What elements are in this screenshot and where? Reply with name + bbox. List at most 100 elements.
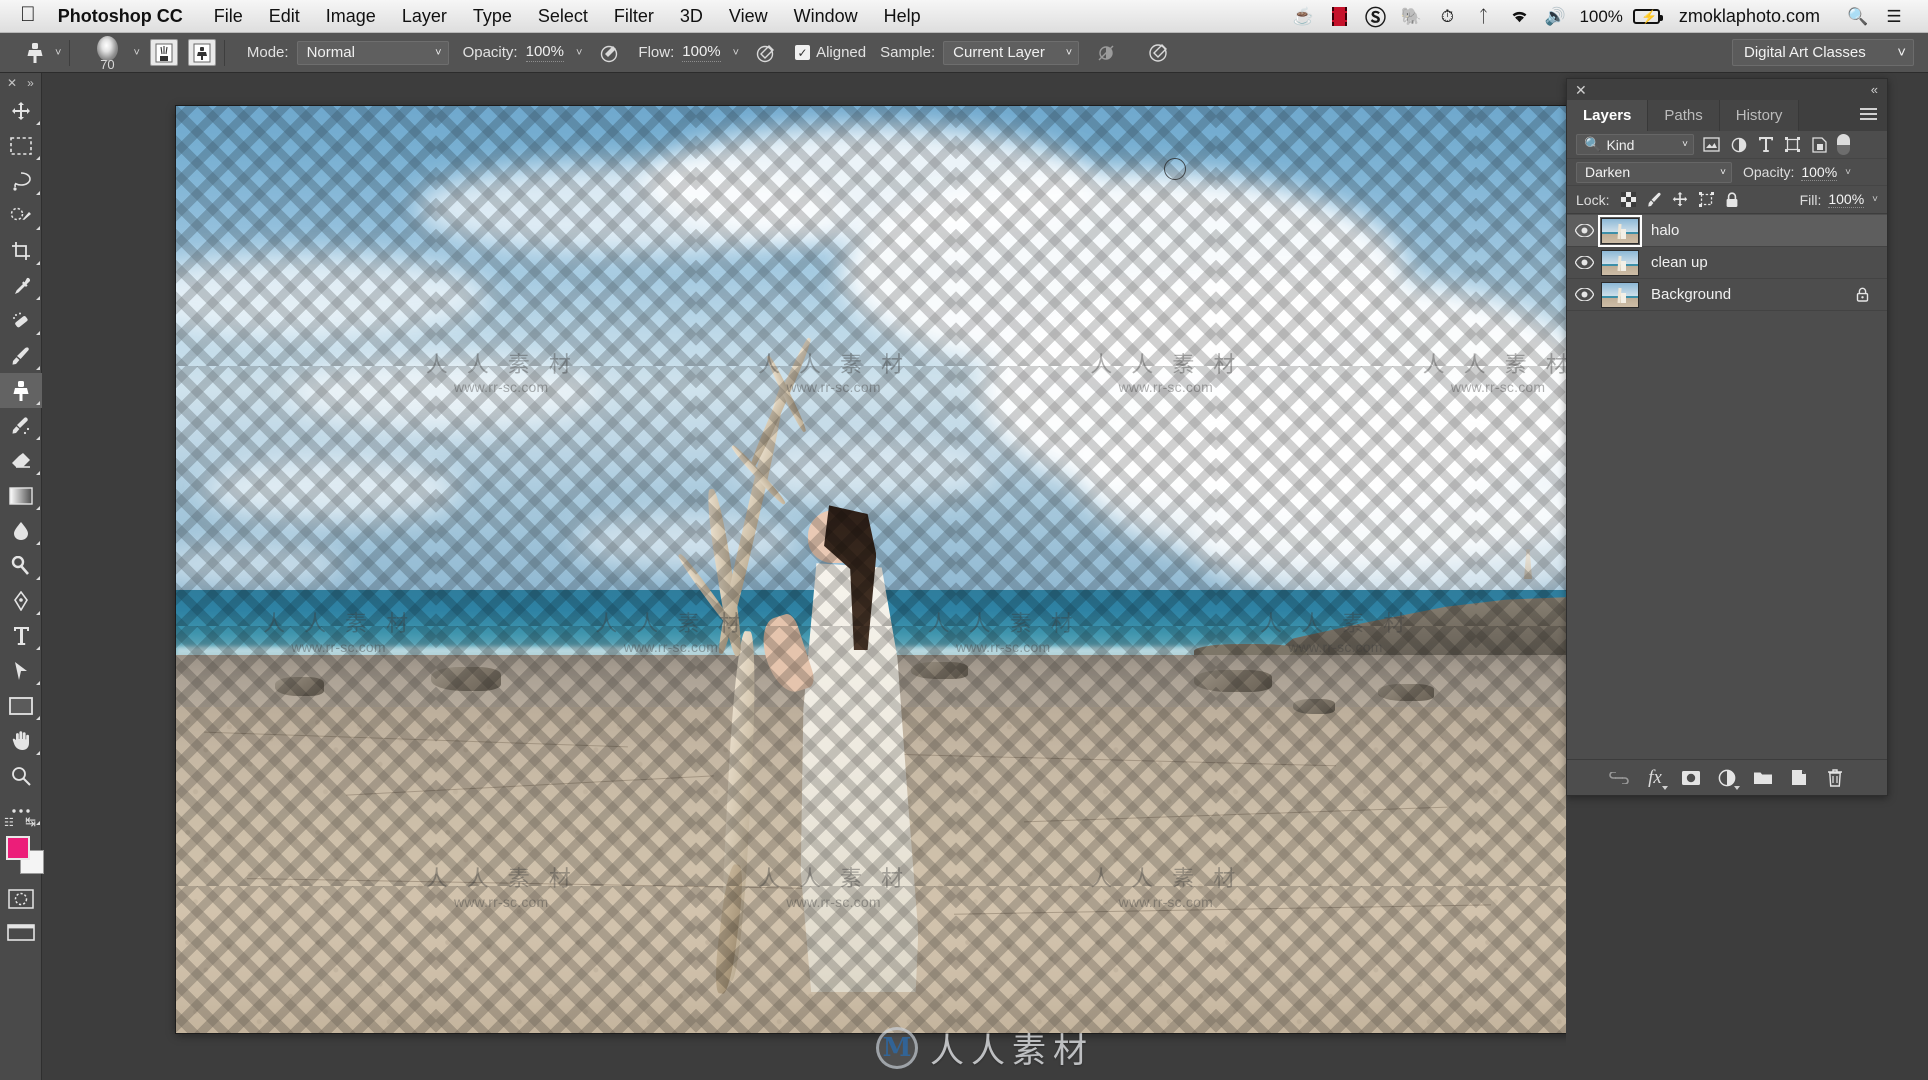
menu-layer[interactable]: Layer	[389, 0, 460, 33]
eyedropper-tool[interactable]	[0, 268, 42, 303]
link-layers-button[interactable]	[1602, 763, 1636, 793]
menu-edit[interactable]: Edit	[256, 0, 313, 33]
fill-value[interactable]: 100%	[1828, 191, 1865, 208]
spotlight-search-icon[interactable]: 🔍	[1840, 0, 1876, 33]
tab-history[interactable]: History	[1719, 100, 1800, 131]
table-row[interactable]: clean up	[1567, 247, 1887, 279]
notification-center-icon[interactable]: ☰	[1876, 0, 1912, 33]
horizontal-type-tool[interactable]	[0, 618, 42, 653]
lock-position-icon[interactable]	[1667, 189, 1693, 211]
wifi-icon[interactable]	[1501, 0, 1537, 33]
image-canvas[interactable]: 人 人 素 材 www.rr-sc.com 人 人 素 材 www.rr-sc.…	[176, 106, 1590, 1033]
tab-layers[interactable]: Layers	[1567, 100, 1649, 131]
layer-name[interactable]: clean up	[1651, 254, 1708, 271]
default-colors-icon[interactable]: ☷	[4, 816, 14, 829]
move-tool[interactable]	[0, 93, 42, 128]
pressure-size-icon[interactable]	[1143, 38, 1173, 68]
brush-preset-chevron-icon[interactable]: ˅	[133, 47, 139, 59]
brush-panel-toggle-button[interactable]	[149, 39, 178, 66]
menu-3d[interactable]: 3D	[667, 0, 716, 33]
rectangle-tool[interactable]	[0, 688, 42, 723]
expand-panel-icon[interactable]: »	[27, 76, 34, 90]
time-machine-icon[interactable]: ⏱	[1429, 0, 1465, 33]
pen-tool[interactable]	[0, 583, 42, 618]
flow-chevron-icon[interactable]: ˅	[733, 47, 739, 59]
add-layer-mask-button[interactable]	[1674, 763, 1708, 793]
clone-stamp-tool-icon[interactable]	[18, 38, 52, 68]
filter-shape-layers-icon[interactable]	[1779, 134, 1806, 156]
clone-source-panel-button[interactable]	[187, 39, 216, 66]
volume-icon[interactable]: 🔊	[1537, 0, 1573, 33]
layers-list[interactable]: halo clean up Background	[1567, 215, 1887, 759]
lasso-tool[interactable]	[0, 163, 42, 198]
menu-select[interactable]: Select	[525, 0, 601, 33]
dodge-tool[interactable]	[0, 548, 42, 583]
panel-opacity-value[interactable]: 100%	[1801, 164, 1838, 181]
menu-view[interactable]: View	[716, 0, 781, 33]
apple-logo-icon[interactable]: 	[14, 4, 52, 28]
tool-preset-chevron-icon[interactable]: ˅	[55, 47, 61, 59]
opacity-value[interactable]: 100%	[525, 43, 564, 62]
menu-type[interactable]: Type	[460, 0, 525, 33]
layer-style-button[interactable]: fx	[1638, 763, 1672, 793]
user-account-label[interactable]: zmoklaphoto.com	[1665, 6, 1840, 27]
swap-colors-icon[interactable]: ↹	[25, 814, 36, 830]
path-selection-tool[interactable]	[0, 653, 42, 688]
filter-type-layers-icon[interactable]	[1752, 134, 1779, 156]
layer-blend-mode-select[interactable]: Darken ˅	[1576, 161, 1732, 183]
battery-charging-icon[interactable]: ⚡	[1629, 0, 1665, 33]
lock-transparent-pixels-icon[interactable]	[1615, 189, 1641, 211]
menu-app-name[interactable]: Photoshop CC	[52, 0, 201, 33]
blend-mode-select[interactable]: Normal ˅	[296, 40, 449, 65]
clone-stamp-tool[interactable]	[0, 373, 42, 408]
chevron-down-icon[interactable]: ˅	[1872, 194, 1878, 205]
table-row[interactable]: Background	[1567, 279, 1887, 311]
film-strip-icon[interactable]	[1321, 0, 1357, 33]
spot-healing-brush-tool[interactable]	[0, 303, 42, 338]
bluetooth-icon[interactable]: ᛏ	[1465, 0, 1501, 33]
filter-enable-toggle[interactable]	[1837, 134, 1850, 155]
filter-adjustment-layers-icon[interactable]	[1725, 134, 1752, 156]
menu-help[interactable]: Help	[871, 0, 934, 33]
gradient-tool[interactable]	[0, 478, 42, 513]
hand-tool[interactable]	[0, 723, 42, 758]
layer-thumbnail[interactable]	[1601, 281, 1639, 308]
crop-tool[interactable]	[0, 233, 42, 268]
lock-image-pixels-icon[interactable]	[1641, 189, 1667, 211]
pressure-opacity-icon[interactable]	[594, 38, 624, 68]
layer-thumbnail[interactable]	[1598, 215, 1642, 247]
workspace-select[interactable]: Digital Art Classes ˅	[1732, 39, 1914, 66]
layer-name[interactable]: Background	[1651, 286, 1731, 303]
blur-tool[interactable]	[0, 513, 42, 548]
close-icon[interactable]: ✕	[1575, 82, 1587, 99]
new-layer-button[interactable]	[1782, 763, 1816, 793]
screen-mode-button[interactable]	[0, 916, 42, 950]
collapse-to-icons-icon[interactable]: «	[1871, 82, 1878, 97]
filter-smart-objects-icon[interactable]	[1806, 134, 1833, 156]
rectangular-marquee-tool[interactable]	[0, 128, 42, 163]
quick-selection-tool[interactable]	[0, 198, 42, 233]
brush-preset-preview[interactable]: 70	[84, 33, 130, 73]
quick-mask-mode-button[interactable]	[0, 882, 42, 916]
delete-layer-button[interactable]	[1818, 763, 1852, 793]
airbrush-icon[interactable]	[751, 38, 781, 68]
close-icon[interactable]: ✕	[7, 76, 17, 90]
menu-window[interactable]: Window	[781, 0, 871, 33]
table-row[interactable]: halo	[1567, 215, 1887, 247]
brush-tool[interactable]	[0, 338, 42, 373]
sample-select[interactable]: Current Layer ˅	[943, 40, 1080, 65]
lock-all-icon[interactable]	[1719, 189, 1745, 211]
foreground-color-swatch[interactable]	[6, 836, 30, 860]
tab-paths[interactable]: Paths	[1648, 100, 1720, 131]
filter-pixel-layers-icon[interactable]	[1698, 134, 1725, 156]
evernote-elephant-icon[interactable]: 🐘	[1393, 0, 1429, 33]
layer-thumbnail[interactable]	[1601, 249, 1639, 276]
new-adjustment-layer-button[interactable]	[1710, 763, 1744, 793]
layer-name[interactable]: halo	[1651, 222, 1679, 239]
menu-file[interactable]: File	[201, 0, 256, 33]
new-group-button[interactable]	[1746, 763, 1780, 793]
aligned-checkbox[interactable]: ✓	[795, 45, 811, 60]
coffee-cup-icon[interactable]: ☕	[1285, 0, 1321, 33]
layer-visibility-toggle[interactable]	[1567, 256, 1601, 269]
history-brush-tool[interactable]	[0, 408, 42, 443]
